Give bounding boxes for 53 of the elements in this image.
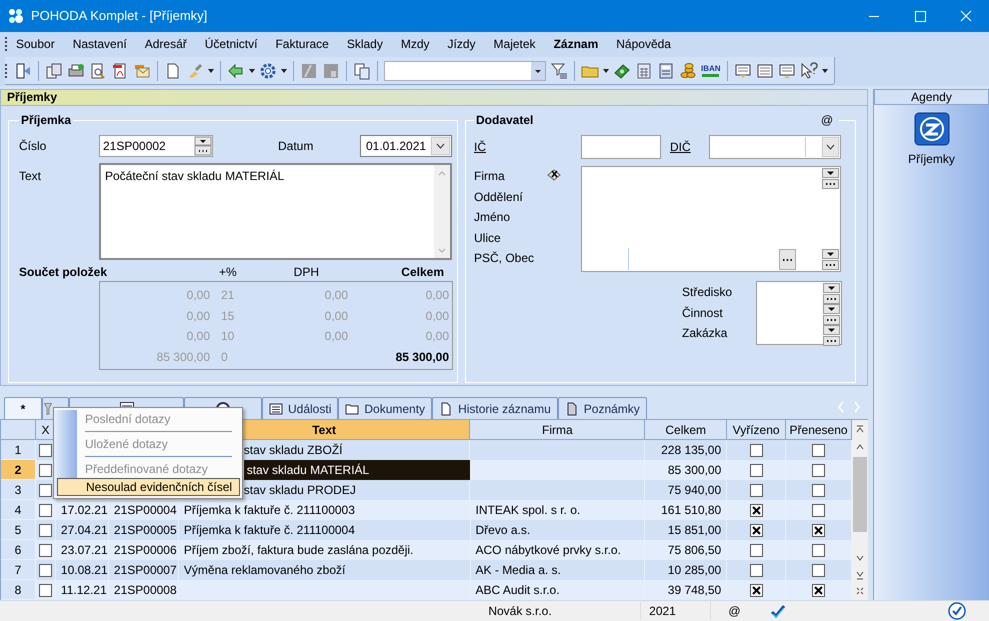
amount-text: 85 300,00	[394, 348, 449, 366]
field-label: DIČ	[670, 139, 692, 156]
field-label: Ulice	[474, 230, 502, 247]
section-header: Příjemky	[0, 89, 868, 106]
field-label: Číslo	[19, 138, 48, 155]
field-label: Činnost	[682, 304, 724, 322]
row-number: 2	[1, 460, 36, 480]
amount-text: 0,00	[324, 308, 348, 325]
row-number: 6	[1, 540, 36, 560]
amount-text: 0,00	[324, 287, 348, 304]
totals-label: Součet položek	[19, 264, 108, 281]
field-label: Text	[19, 168, 42, 185]
panel-header: Agendy	[874, 89, 989, 105]
row-number: 1	[1, 440, 36, 460]
rate-text: 21	[221, 287, 233, 304]
field-label: Firma	[474, 168, 506, 185]
amount-text: 0,00	[424, 287, 449, 304]
table-cell-text: Příjemka k faktuře č. 211100004	[184, 522, 355, 539]
amount-text: 0,00	[186, 308, 210, 325]
column-header: Celkem	[400, 264, 444, 281]
row-number: 7	[1, 560, 36, 580]
table-cell-text: Příjem zboží, faktura bude zaslána později.	[184, 542, 414, 559]
amount-text: 0,00	[186, 287, 210, 304]
field-label: Zakázka	[682, 325, 728, 342]
field-label: Středisko	[682, 284, 734, 301]
rate-text: 0	[221, 348, 229, 366]
column-header: DPH	[292, 264, 319, 281]
row-number: 3	[1, 480, 36, 500]
field-label: Oddělení	[474, 188, 524, 206]
rate-text: 15	[221, 308, 233, 325]
year-text: 2021	[640, 602, 676, 620]
group-title: Příjemka	[20, 112, 72, 129]
amount-text: 0,00	[424, 308, 449, 325]
table-cell-text: Příjemka k faktuře č. 211100003	[184, 502, 355, 519]
company-name: Novák s.r.o.	[487, 603, 553, 620]
table-cell-text: stav skladu ZBOŽÍ	[244, 442, 342, 459]
column-header: +%	[219, 264, 238, 281]
rate-text: 10	[221, 328, 233, 346]
field-label: IČ	[474, 139, 487, 156]
amount-text: 0,00	[424, 328, 449, 346]
window-title: POHODA Komplet - [Příjemky]	[31, 7, 208, 26]
amount-text: 0,00	[324, 328, 348, 346]
table-cell: stav skladu MATERIÁL	[244, 460, 470, 480]
table-cell-text: Výměna reklamovaného zboží	[184, 562, 346, 579]
table-cell-text: stav skladu PRODEJ	[244, 482, 356, 499]
field-label: PSČ, Obec	[474, 250, 536, 268]
field-label: Datum	[278, 138, 314, 155]
row-number: 5	[1, 520, 36, 540]
amount-text: 0,00	[186, 328, 210, 346]
field-label: Jméno	[474, 209, 512, 226]
row-number: 4	[1, 500, 36, 520]
amount-text: 85 300,00	[156, 348, 210, 366]
row-number: 8	[1, 580, 36, 600]
